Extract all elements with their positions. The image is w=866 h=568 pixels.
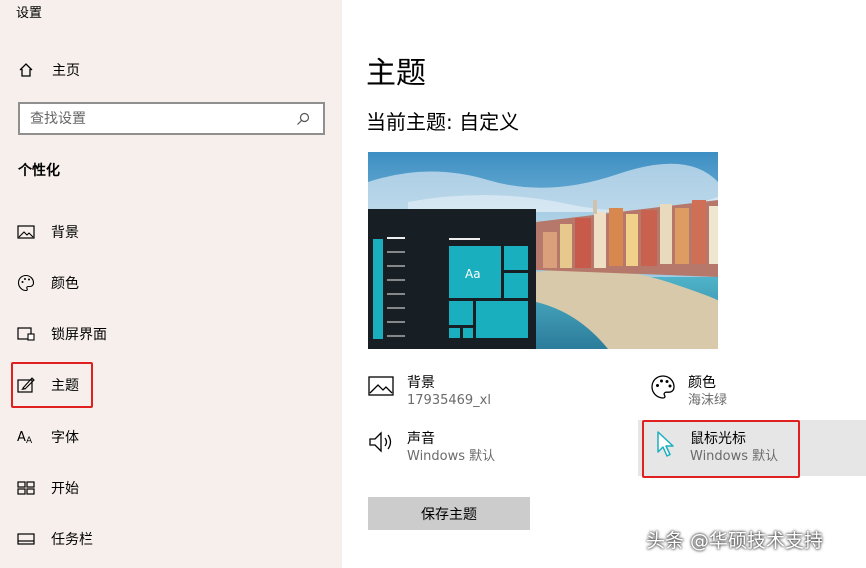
page-title: 主题 — [366, 56, 426, 91]
sidebar-item-label: 字体 — [51, 430, 79, 446]
svg-text:A: A — [17, 430, 26, 445]
property-value: 海沫绿 — [688, 393, 728, 408]
current-theme-label: 当前主题: 自定义 — [366, 110, 520, 134]
start-icon — [16, 478, 36, 498]
property-name: 颜色 — [688, 375, 716, 391]
search-icon[interactable] — [293, 109, 313, 129]
sound-property[interactable]: 声音 Windows 默认 — [368, 430, 495, 466]
sidebar-item-label: 开始 — [51, 481, 79, 497]
search-input[interactable] — [30, 110, 293, 127]
image-icon — [16, 222, 36, 242]
sidebar-item-label: 主页 — [52, 63, 80, 79]
preview-tile-text: Aa — [465, 267, 481, 281]
selection-highlight — [11, 362, 93, 408]
property-name: 声音 — [407, 431, 435, 447]
taskbar-icon — [16, 529, 36, 549]
sidebar-item-label: 锁屏界面 — [51, 327, 107, 343]
sidebar-item-start[interactable]: 开始 — [16, 473, 79, 503]
save-theme-button[interactable]: 保存主题 — [368, 497, 530, 530]
font-icon: AA — [16, 427, 36, 447]
sidebar-item-label: 任务栏 — [51, 532, 93, 548]
section-heading: 个性化 — [18, 163, 60, 179]
sidebar-item-background[interactable]: 背景 — [16, 217, 79, 247]
palette-icon — [16, 273, 36, 293]
search-box[interactable] — [18, 102, 325, 135]
sidebar-item-home[interactable]: 主页 — [16, 58, 80, 82]
lock-screen-icon — [16, 324, 36, 344]
cursor-highlight — [642, 420, 800, 478]
theme-preview: Aa — [368, 152, 718, 349]
color-property[interactable]: 颜色 海沫绿 — [650, 374, 727, 410]
property-value: 17935469_xl — [407, 393, 491, 408]
sidebar-item-taskbar[interactable]: 任务栏 — [16, 524, 93, 554]
property-name: 背景 — [407, 375, 435, 391]
background-property[interactable]: 背景 17935469_xl — [368, 374, 491, 410]
speaker-icon — [368, 430, 395, 458]
property-value: Windows 默认 — [407, 449, 496, 464]
theme-preview-image: Aa — [368, 152, 718, 349]
sidebar-item-fonts[interactable]: AA 字体 — [16, 422, 79, 452]
watermark: 头条 @华硕技术支持 — [646, 530, 824, 552]
window-title: 设置 — [16, 6, 43, 21]
home-icon — [16, 60, 36, 80]
palette-icon — [650, 374, 676, 404]
sidebar: 设置 主页 个性化 背景 颜色 锁屏界面 主题 — [0, 0, 342, 568]
sidebar-item-lock-screen[interactable]: 锁屏界面 — [16, 319, 107, 349]
svg-text:A: A — [26, 436, 33, 445]
sidebar-item-colors[interactable]: 颜色 — [16, 268, 79, 298]
sidebar-item-label: 背景 — [51, 225, 79, 241]
image-icon — [368, 374, 395, 402]
sidebar-item-label: 颜色 — [51, 276, 79, 292]
